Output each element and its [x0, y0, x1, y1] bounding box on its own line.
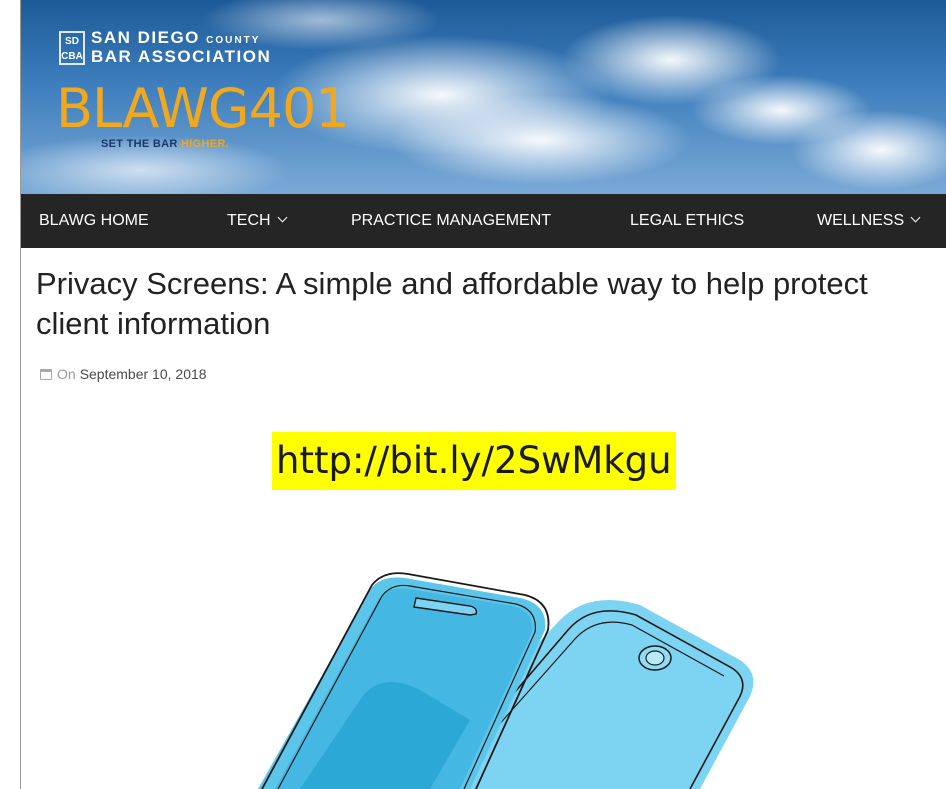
smartphones-illustration	[258, 572, 754, 789]
main-navigation: BLAWG HOME TECH PRACTICE MANAGEMENT LEGA…	[21, 194, 946, 248]
chevron-down-icon	[277, 212, 288, 223]
association-name-line2: BAR ASSOCIATION	[91, 47, 272, 66]
nav-item-legal-ethics[interactable]: LEGAL ETHICS	[630, 194, 744, 248]
site-header-banner: SD CBA SAN DIEGO COUNTY BAR ASSOCIATION …	[21, 0, 946, 194]
nav-item-wellness[interactable]: WELLNESS	[817, 194, 921, 248]
article-date[interactable]: September 10, 2018	[80, 366, 207, 382]
nav-label: BLAWG HOME	[39, 212, 149, 229]
article-meta: On September 10, 2018	[40, 366, 207, 382]
brand-title[interactable]: BLAWG401	[56, 82, 350, 136]
nav-label: WELLNESS	[817, 212, 905, 229]
tagline: SET THE BAR HIGHER.	[101, 138, 229, 150]
meta-prefix: On	[57, 366, 76, 382]
association-county: COUNTY	[206, 35, 261, 46]
chevron-down-icon	[910, 212, 921, 223]
nav-label: TECH	[227, 212, 271, 229]
nav-label: PRACTICE MANAGEMENT	[351, 212, 552, 229]
tagline-prefix: SET THE BAR	[101, 138, 178, 150]
tagline-highlight: HIGHER.	[181, 138, 229, 150]
nav-item-blawg-home[interactable]: BLAWG HOME	[39, 194, 149, 248]
nav-item-tech[interactable]: TECH	[227, 194, 288, 248]
article-title: Privacy Screens: A simple and affordable…	[36, 266, 868, 341]
nav-label: LEGAL ETHICS	[630, 212, 745, 229]
nav-item-practice-management[interactable]: PRACTICE MANAGEMENT	[351, 194, 551, 248]
short-link-highlight[interactable]: http://bit.ly/2SwMkgu	[272, 432, 676, 490]
logo-badge: SD CBA	[59, 30, 85, 65]
association-logo[interactable]: SD CBA SAN DIEGO COUNTY BAR ASSOCIATION	[59, 28, 272, 66]
calendar-icon	[40, 368, 52, 380]
association-name-line1: SAN DIEGO	[91, 28, 200, 47]
